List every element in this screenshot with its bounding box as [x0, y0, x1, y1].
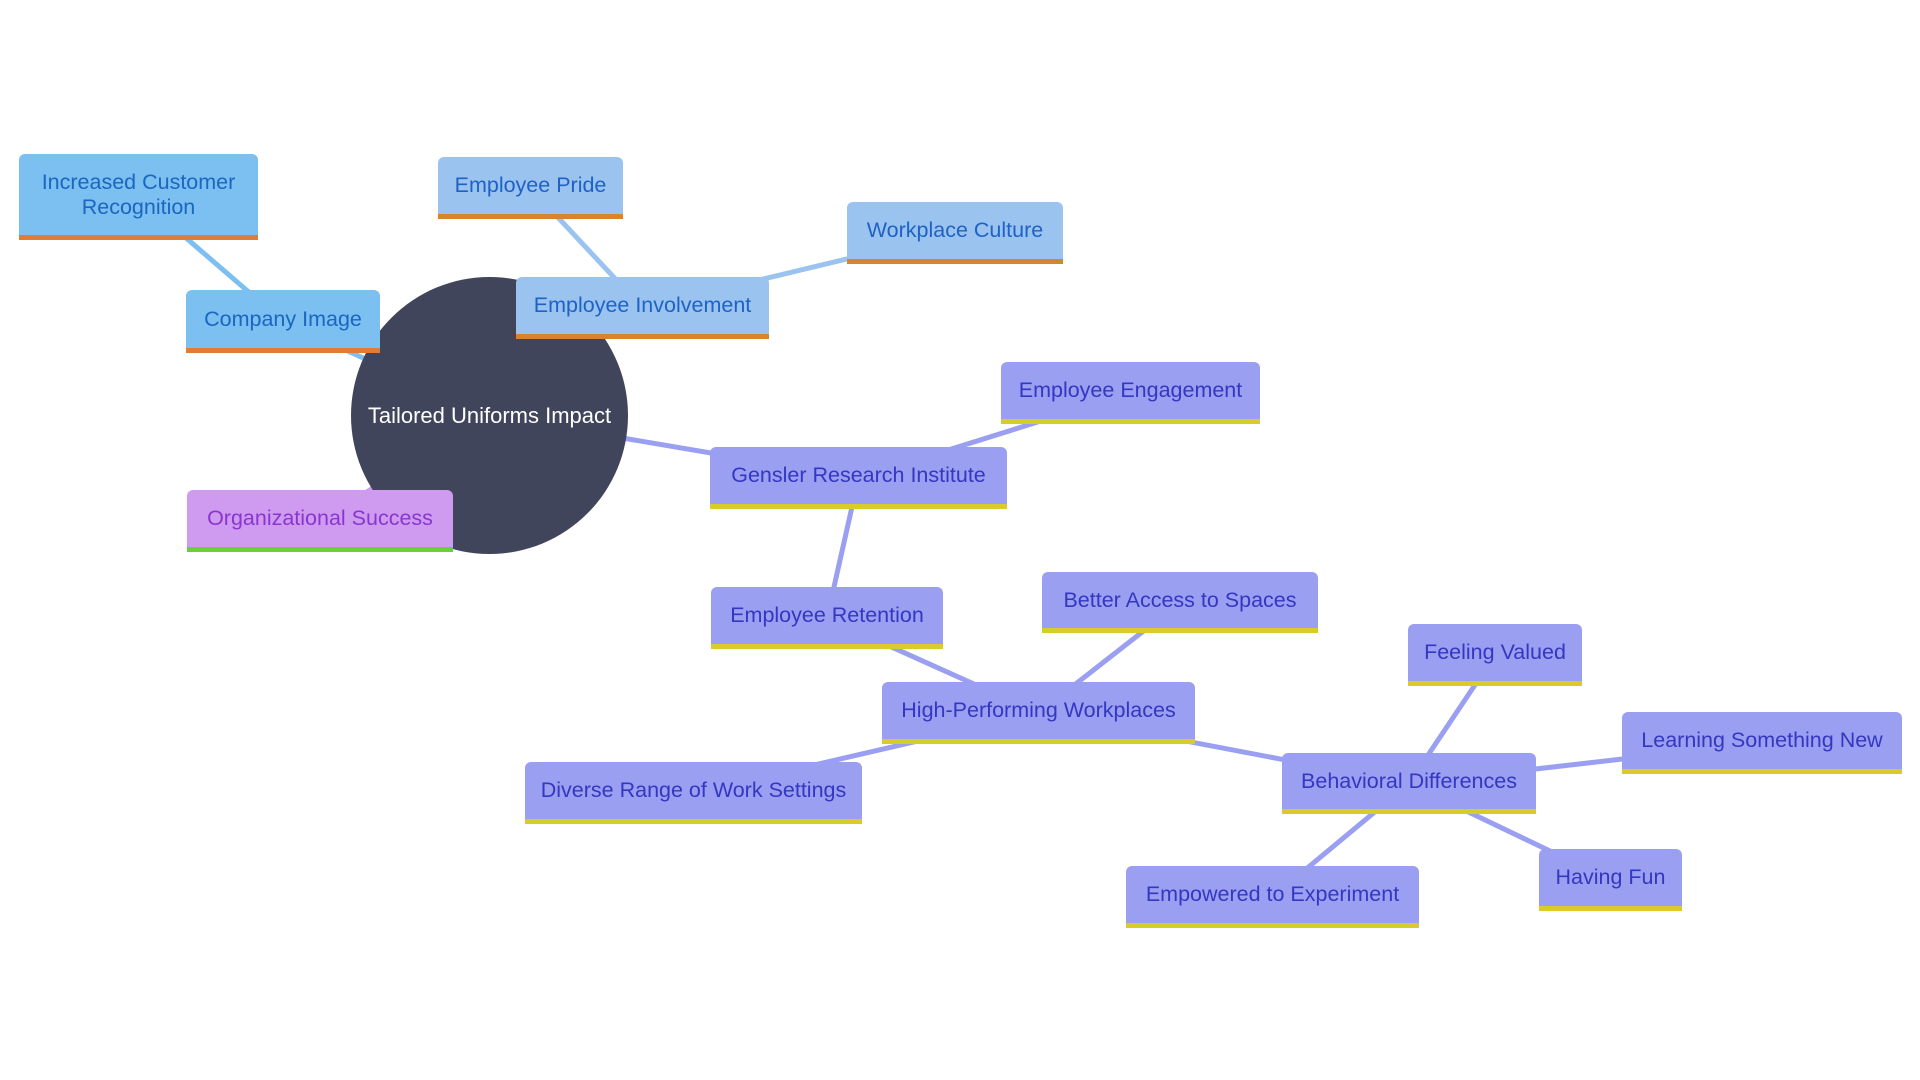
- node-label: Company Image: [204, 306, 362, 331]
- node-label: Employee Retention: [730, 603, 924, 627]
- node-label: Workplace Culture: [866, 218, 1044, 242]
- node-employee-engagement[interactable]: Employee Engagement: [1001, 362, 1260, 424]
- node-company-image[interactable]: Company Image: [186, 290, 380, 353]
- node-label: Employee Involvement: [533, 293, 752, 317]
- node-employee-involvement[interactable]: Employee Involvement: [516, 277, 769, 339]
- node-employee-pride[interactable]: Employee Pride: [438, 157, 623, 219]
- node-having-fun[interactable]: Having Fun: [1539, 849, 1682, 911]
- node-better-access-to-spaces[interactable]: Better Access to Spaces: [1042, 572, 1318, 633]
- node-learning-something-new[interactable]: Learning Something New: [1622, 712, 1902, 774]
- node-label: Having Fun: [1555, 865, 1666, 889]
- node-label: Better Access to Spaces: [1063, 587, 1297, 612]
- node-high-performing-workplaces[interactable]: High-Performing Workplaces: [882, 682, 1195, 744]
- node-label: Organizational Success: [207, 506, 433, 530]
- node-label: Learning Something New: [1641, 728, 1883, 752]
- node-label: Employee Engagement: [1018, 378, 1243, 402]
- node-label: Gensler Research Institute: [731, 463, 986, 487]
- node-label: High-Performing Workplaces: [901, 698, 1176, 722]
- node-diverse-range-of-work-settings[interactable]: Diverse Range of Work Settings: [525, 762, 862, 824]
- node-workplace-culture[interactable]: Workplace Culture: [847, 202, 1063, 264]
- node-empowered-to-experiment[interactable]: Empowered to Experiment: [1126, 866, 1419, 928]
- node-behavioral-differences[interactable]: Behavioral Differences: [1282, 753, 1536, 814]
- node-label: Diverse Range of Work Settings: [540, 778, 847, 802]
- node-gensler-research-institute[interactable]: Gensler Research Institute: [710, 447, 1007, 509]
- node-label: Empowered to Experiment: [1145, 882, 1400, 906]
- node-increased-customer-recognition[interactable]: Increased Customer Recognition: [19, 154, 258, 240]
- node-label: Feeling Valued: [1424, 640, 1566, 664]
- root-node-label: Tailored Uniforms Impact: [367, 402, 612, 428]
- node-label: Employee Pride: [454, 173, 607, 197]
- node-label: Behavioral Differences: [1301, 768, 1517, 793]
- node-organizational-success[interactable]: Organizational Success: [187, 490, 453, 552]
- node-employee-retention[interactable]: Employee Retention: [711, 587, 943, 649]
- node-feeling-valued[interactable]: Feeling Valued: [1408, 624, 1582, 686]
- node-label: Increased Customer Recognition: [41, 169, 236, 219]
